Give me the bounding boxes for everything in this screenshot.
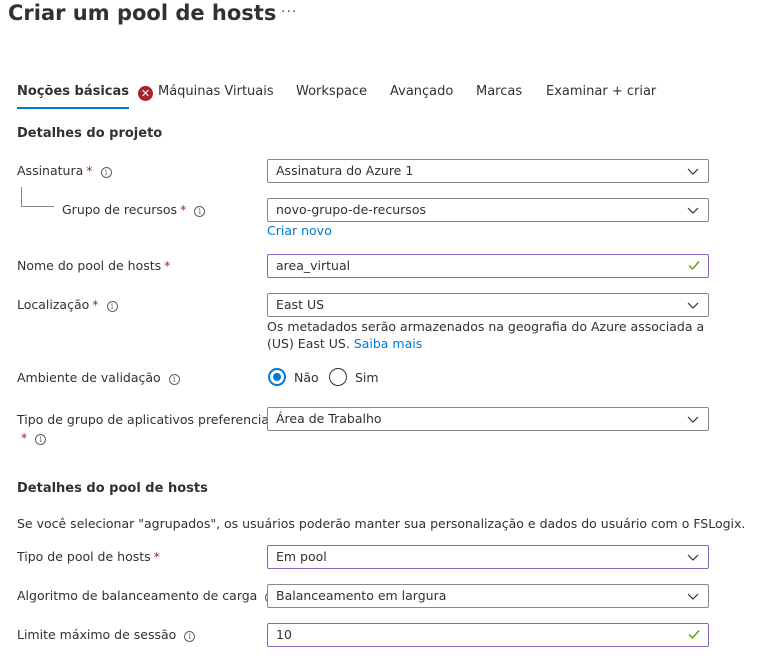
subscription-label: Assinatura * i xyxy=(17,163,112,178)
validation-label: Ambiente de validação i xyxy=(17,370,180,385)
pool-description: Se você selecionar "agrupados", os usuár… xyxy=(17,516,746,531)
location-note: Os metadados serão armazenados na geogra… xyxy=(267,319,705,351)
project-details-heading: Detalhes do projeto xyxy=(17,126,163,141)
info-icon[interactable]: i xyxy=(35,434,47,445)
tab-label: Marcas xyxy=(476,84,523,99)
validation-radio-yes[interactable]: Sim xyxy=(329,367,379,387)
error-icon: ✕ xyxy=(138,86,153,101)
tab-label: Avançado xyxy=(390,84,454,99)
radio-label: Não xyxy=(294,369,319,385)
pool-name-value: area_virtual xyxy=(276,258,351,273)
chevron-down-icon xyxy=(687,302,699,309)
max-sessions-input[interactable]: 10 xyxy=(267,623,709,647)
resource-group-dropdown[interactable]: novo-grupo-de-recursos xyxy=(267,198,709,222)
info-icon[interactable]: i xyxy=(100,167,112,178)
max-sessions-label: Limite máximo de sessão i xyxy=(17,627,196,642)
tab-label: Noções básicas xyxy=(17,84,130,99)
pool-type-dropdown[interactable]: Em pool xyxy=(267,545,709,569)
tab-tags[interactable]: Marcas xyxy=(476,84,522,99)
info-icon[interactable]: i xyxy=(168,374,180,385)
app-group-type-label: Tipo de grupo de aplicativos preferencia… xyxy=(17,412,273,445)
tab-workspace[interactable]: Workspace xyxy=(296,84,367,99)
pool-name-label: Nome do pool de hosts * xyxy=(17,258,171,273)
pool-type-value: Em pool xyxy=(276,549,327,564)
info-icon[interactable]: i xyxy=(106,301,118,312)
subscription-value: Assinatura do Azure 1 xyxy=(276,163,414,178)
info-icon[interactable]: i xyxy=(194,206,206,217)
location-label: Localização * i xyxy=(17,297,118,312)
load-balancing-label: Algoritmo de balanceamento de cargai xyxy=(17,588,277,603)
create-new-link[interactable]: Criar novo xyxy=(267,223,332,238)
radio-selected xyxy=(268,368,286,386)
chevron-down-icon xyxy=(687,168,699,175)
tab-review-create[interactable]: Examinar + criar xyxy=(546,84,656,99)
chevron-down-icon xyxy=(687,554,699,561)
app-group-type-dropdown[interactable]: Área de Trabalho xyxy=(267,407,709,431)
max-sessions-value: 10 xyxy=(276,627,292,642)
learn-more-link[interactable]: Saiba mais xyxy=(354,336,422,351)
tab-label: Examinar + criar xyxy=(546,84,657,99)
pool-details-heading: Detalhes do pool de hosts xyxy=(17,481,208,496)
chevron-down-icon xyxy=(687,207,699,214)
tab-label: Máquinas Virtuais xyxy=(158,84,274,99)
resource-group-value: novo-grupo-de-recursos xyxy=(276,202,426,217)
chevron-down-icon xyxy=(687,593,699,600)
check-icon xyxy=(688,630,700,640)
subscription-dropdown[interactable]: Assinatura do Azure 1 xyxy=(267,159,709,183)
chevron-down-icon xyxy=(687,416,699,423)
tab-virtual-machines[interactable]: ✕ Máquinas Virtuais xyxy=(138,84,274,101)
location-value: East US xyxy=(276,297,325,312)
tree-connector xyxy=(21,187,54,207)
check-icon xyxy=(688,261,700,271)
tab-advanced[interactable]: Avançado xyxy=(390,84,453,99)
page-title: Criar um pool de hosts xyxy=(8,1,277,25)
tab-basics[interactable]: Noções básicas xyxy=(17,84,130,109)
load-balancing-value: Balanceamento em largura xyxy=(276,588,447,603)
resource-group-label: Grupo de recursos * i xyxy=(62,202,206,217)
load-balancing-dropdown[interactable]: Balanceamento em largura xyxy=(267,584,709,608)
location-dropdown[interactable]: East US xyxy=(267,293,709,317)
app-group-type-value: Área de Trabalho xyxy=(276,411,382,426)
info-icon[interactable]: i xyxy=(184,631,196,642)
pool-name-input[interactable]: area_virtual xyxy=(267,254,709,278)
pool-type-label: Tipo de pool de hosts * xyxy=(17,549,160,564)
radio-unselected xyxy=(329,368,347,386)
radio-label: Sim xyxy=(355,369,379,385)
validation-radio-no[interactable]: Não xyxy=(268,367,319,387)
tab-label: Workspace xyxy=(296,84,368,99)
more-options-icon[interactable]: ··· xyxy=(281,4,297,20)
